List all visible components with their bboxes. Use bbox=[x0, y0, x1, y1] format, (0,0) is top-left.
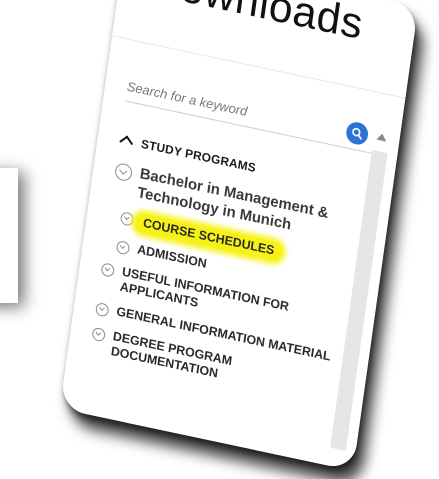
search-input[interactable] bbox=[125, 72, 335, 143]
scroll-up-arrow[interactable] bbox=[376, 132, 388, 142]
search-icon bbox=[352, 127, 362, 140]
nav-item-label: ADMISSION bbox=[136, 242, 208, 271]
chevron-circle-icon bbox=[100, 262, 116, 278]
chevron-circle-icon bbox=[119, 211, 135, 227]
search-button[interactable] bbox=[344, 120, 370, 147]
chevron-circle-icon bbox=[91, 326, 106, 343]
chevron-circle-icon bbox=[114, 161, 134, 183]
chevron-circle-icon bbox=[115, 239, 131, 256]
downloads-nav: STUDY PROGRAMS Bachelor in Management & … bbox=[89, 127, 365, 406]
screenshot-stage: Downloads STUDY PROGRAMS Bachelor in Man… bbox=[0, 0, 439, 479]
chevron-circle-icon bbox=[94, 301, 110, 318]
caret-up-icon bbox=[119, 135, 134, 150]
background-panel bbox=[0, 168, 18, 303]
page-title: Downloads bbox=[146, 0, 366, 49]
mobile-page: Downloads STUDY PROGRAMS Bachelor in Man… bbox=[59, 0, 419, 471]
